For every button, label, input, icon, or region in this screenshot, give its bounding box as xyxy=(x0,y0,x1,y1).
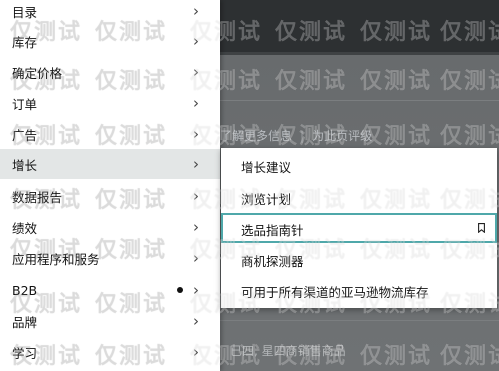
chevron-right-icon: › xyxy=(193,342,199,361)
chevron-right-icon: › xyxy=(193,31,199,50)
background-divider xyxy=(220,320,499,321)
menu-item-b2b[interactable]: B2B › xyxy=(0,275,220,305)
chevron-right-icon: › xyxy=(193,280,199,299)
menu-item-growth[interactable]: 增长 › xyxy=(0,149,220,179)
submenu-item-label: 浏览计划 xyxy=(241,192,292,207)
menu-item-label: 绩效 xyxy=(12,220,38,236)
menu-item-apps-services[interactable]: 应用程序和服务 › xyxy=(0,243,220,273)
menu-item-advertising[interactable]: 广告 › xyxy=(0,119,220,149)
rate-page-link: 为此页评级 xyxy=(312,129,373,143)
menu-item-label: 数据报告 xyxy=(12,189,63,205)
chevron-right-icon: › xyxy=(193,93,199,112)
chevron-right-icon: › xyxy=(193,62,199,81)
submenu-item-growth-recommendations[interactable]: 增长建议 xyxy=(221,150,497,180)
submenu-item-opportunity-explorer[interactable]: 商机探测器 xyxy=(221,244,497,274)
chevron-right-icon: › xyxy=(193,124,199,143)
menu-item-label: 目录 xyxy=(12,4,38,20)
menu-item-label: 广告 xyxy=(12,127,38,143)
menu-item-learn[interactable]: 学习 › xyxy=(0,337,220,367)
background-header xyxy=(220,0,499,52)
background-bottom-text: 已四, 星四商销售商品 xyxy=(230,344,346,358)
links-separator: | xyxy=(300,129,305,143)
growth-submenu: 增长建议 浏览计划 选品指南针 商机探测器 可用于所有渠道的亚马逊物流库存 xyxy=(221,148,497,308)
menu-item-label: 应用程序和服务 xyxy=(12,251,100,267)
menu-item-catalog[interactable]: 目录 › xyxy=(0,0,220,26)
learn-more-link: 了解更多信息 xyxy=(220,129,293,143)
menu-item-label: B2B xyxy=(12,282,38,298)
menu-item-label: 订单 xyxy=(12,96,38,112)
menu-item-reports[interactable]: 数据报告 › xyxy=(0,181,220,211)
chevron-right-icon: › xyxy=(193,1,199,20)
submenu-item-label: 选品指南针 xyxy=(241,223,304,238)
menu-item-label: 增长 xyxy=(12,157,38,173)
bookmark-icon[interactable] xyxy=(478,223,485,233)
chevron-right-icon: › xyxy=(193,154,199,173)
menu-item-performance[interactable]: 绩效 › xyxy=(0,212,220,242)
background-links: 了解更多信息 | 为此页评级 xyxy=(220,127,372,144)
chevron-right-icon: › xyxy=(193,186,199,205)
submenu-item-product-compass[interactable]: 选品指南针 xyxy=(221,213,497,243)
submenu-item-label: 可用于所有渠道的亚马逊物流库存 xyxy=(241,285,429,300)
main-navigation-menu: 目录 › 库存 › 确定价格 › 订单 › 广告 › 增长 › 数据报告 › 绩… xyxy=(0,0,220,371)
menu-item-label: 库存 xyxy=(12,34,38,50)
new-indicator-dot-icon xyxy=(177,287,183,293)
chevron-right-icon: › xyxy=(193,248,199,267)
menu-item-label: 确定价格 xyxy=(12,65,63,81)
submenu-item-browse-plan[interactable]: 浏览计划 xyxy=(221,182,497,212)
submenu-item-label: 增长建议 xyxy=(241,160,292,175)
menu-item-orders[interactable]: 订单 › xyxy=(0,88,220,118)
chevron-right-icon: › xyxy=(193,311,199,330)
menu-item-inventory[interactable]: 库存 › xyxy=(0,26,220,56)
submenu-item-mcf-inventory[interactable]: 可用于所有渠道的亚马逊物流库存 xyxy=(221,275,497,305)
chevron-right-icon: › xyxy=(193,217,199,236)
menu-item-pricing[interactable]: 确定价格 › xyxy=(0,57,220,87)
menu-item-label: 学习 xyxy=(12,345,38,361)
menu-item-label: 品牌 xyxy=(12,314,38,330)
submenu-item-label: 商机探测器 xyxy=(241,254,304,269)
menu-item-brand[interactable]: 品牌 › xyxy=(0,306,220,336)
background-divider xyxy=(220,100,499,101)
